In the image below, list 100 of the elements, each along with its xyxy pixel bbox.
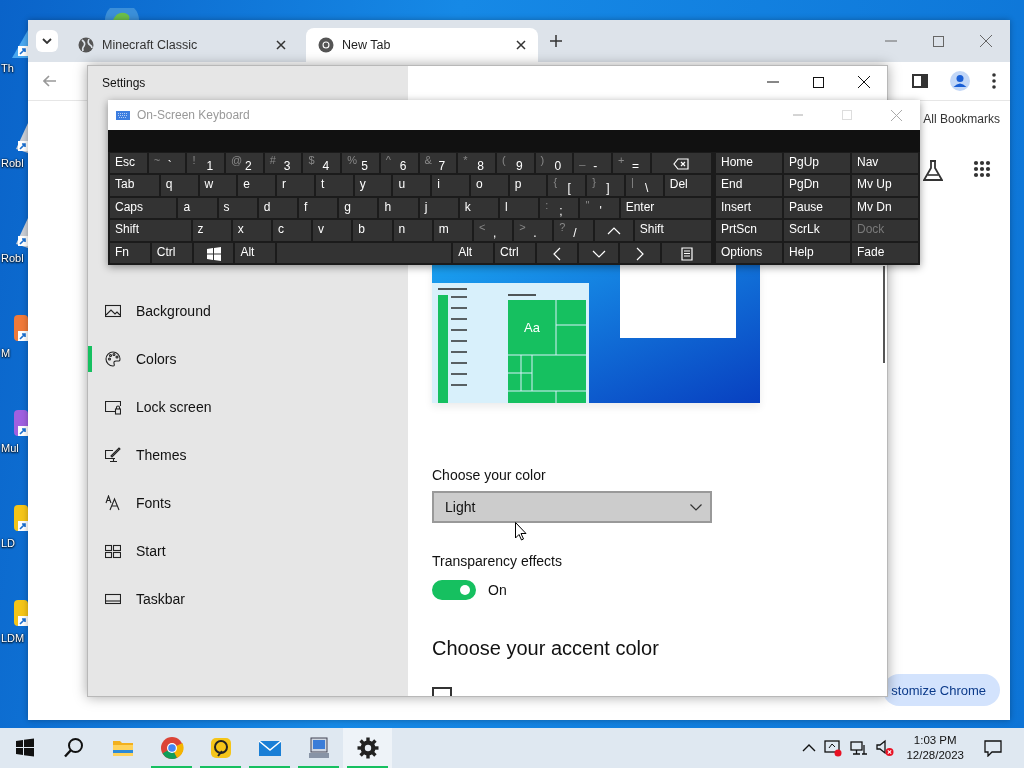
speaker-muted-icon[interactable] <box>876 739 895 757</box>
key[interactable]: ) 0 <box>534 152 574 175</box>
key[interactable]: " ' <box>579 196 620 220</box>
key[interactable]: $ 4 <box>302 152 342 175</box>
key[interactable] <box>661 241 712 265</box>
nav-item[interactable]: Background <box>88 287 408 335</box>
customize-chrome-button[interactable]: stomize Chrome <box>883 674 1000 706</box>
key[interactable]: ~ ` <box>147 152 187 175</box>
key[interactable]: Pause <box>783 196 851 220</box>
toggle-switch[interactable] <box>432 580 476 600</box>
key[interactable]: * 8 <box>457 152 496 175</box>
apps-grid-icon[interactable] <box>973 160 991 178</box>
new-tab-icon[interactable] <box>550 35 562 47</box>
key[interactable]: < , <box>472 219 514 242</box>
key[interactable]: Mv Dn <box>851 196 919 220</box>
key[interactable]: Alt <box>452 241 494 265</box>
key[interactable]: t <box>314 174 354 197</box>
key[interactable]: & 7 <box>418 152 458 175</box>
nav-item[interactable]: Start <box>88 527 408 575</box>
key[interactable]: { [ <box>547 174 587 197</box>
notifications-icon[interactable] <box>984 739 1002 757</box>
side-panel-icon[interactable] <box>912 74 928 88</box>
key[interactable]: Tab <box>109 174 160 197</box>
back-arrow-icon[interactable] <box>43 75 57 87</box>
key[interactable]: Fn <box>109 241 151 265</box>
key[interactable]: Home <box>715 152 783 175</box>
tab-search-button[interactable] <box>36 30 58 52</box>
clock[interactable]: 1:03 PM 12/28/2023 <box>906 733 964 763</box>
checkbox[interactable] <box>432 687 452 696</box>
close-icon[interactable] <box>858 76 870 88</box>
settings-taskbar-button[interactable] <box>343 728 392 768</box>
nav-item[interactable]: Fonts <box>88 479 408 527</box>
key[interactable]: q <box>159 174 199 197</box>
scrollbar-thumb[interactable] <box>883 266 885 363</box>
key[interactable]: End <box>715 174 783 197</box>
network-icon[interactable] <box>850 739 869 757</box>
color-dropdown[interactable]: Light <box>432 491 712 523</box>
key[interactable]: # 3 <box>263 152 303 175</box>
nav-item[interactable]: Themes <box>88 431 408 479</box>
key[interactable]: Fade <box>851 241 919 265</box>
maximize-icon[interactable] <box>813 76 824 88</box>
key[interactable]: m <box>432 219 473 242</box>
key[interactable]: i <box>431 174 470 197</box>
key[interactable]: Help <box>783 241 851 265</box>
key[interactable]: v <box>312 219 353 242</box>
key[interactable]: Alt <box>234 241 277 265</box>
monitor-alert-icon[interactable] <box>824 739 843 757</box>
close-icon[interactable] <box>276 40 286 50</box>
key[interactable]: z <box>191 219 232 242</box>
key[interactable]: PrtScn <box>715 219 783 242</box>
close-icon[interactable] <box>516 40 526 50</box>
key[interactable]: p <box>508 174 548 197</box>
key[interactable]: Esc <box>109 152 148 175</box>
key[interactable]: g <box>338 196 379 220</box>
flask-icon[interactable] <box>923 160 943 182</box>
key[interactable]: Nav <box>851 152 919 175</box>
chevron-up-icon[interactable] <box>802 744 817 752</box>
key[interactable]: x <box>231 219 272 242</box>
key[interactable]: ! 1 <box>186 152 226 175</box>
key[interactable]: } ] <box>586 174 625 197</box>
nav-item[interactable]: Lock screen <box>88 383 408 431</box>
key[interactable]: % 5 <box>341 152 380 175</box>
key[interactable]: : ; <box>539 196 580 220</box>
browser-tab[interactable]: Minecraft Classic <box>66 28 298 62</box>
key[interactable]: w <box>198 174 238 197</box>
key[interactable]: Mv Up <box>851 174 919 197</box>
key[interactable]: > . <box>513 219 554 242</box>
key[interactable]: Del <box>663 174 712 197</box>
key[interactable]: y <box>353 174 393 197</box>
key[interactable]: @ 2 <box>225 152 264 175</box>
key[interactable]: Insert <box>715 196 783 220</box>
key[interactable]: ScrLk <box>783 219 851 242</box>
key[interactable]: Shift <box>109 219 192 242</box>
key[interactable]: h <box>378 196 419 220</box>
key[interactable]: + = <box>611 152 651 175</box>
key[interactable]: | \ <box>625 174 664 197</box>
key[interactable]: o <box>469 174 509 197</box>
key[interactable]: PgDn <box>783 174 851 197</box>
key[interactable]: Caps <box>109 196 178 220</box>
key[interactable]: Shift <box>633 219 712 242</box>
key[interactable]: ( 9 <box>495 152 535 175</box>
key[interactable]: r <box>276 174 315 197</box>
all-bookmarks-link[interactable]: All Bookmarks <box>923 112 1000 126</box>
key[interactable]: PgUp <box>783 152 851 175</box>
key[interactable]: u <box>392 174 432 197</box>
key[interactable]: l <box>499 196 540 220</box>
profile-icon[interactable] <box>950 71 970 91</box>
menu-icon[interactable] <box>992 73 996 89</box>
key[interactable]: _ - <box>573 152 612 175</box>
nav-item[interactable]: Colors <box>88 335 408 383</box>
key[interactable]: Options <box>715 241 783 265</box>
key[interactable]: n <box>392 219 433 242</box>
nav-item[interactable]: Taskbar <box>88 575 408 623</box>
key[interactable]: a <box>177 196 218 220</box>
key[interactable]: e <box>237 174 277 197</box>
key[interactable]: b <box>352 219 393 242</box>
key[interactable]: ? / <box>553 219 594 242</box>
key[interactable] <box>650 152 712 175</box>
key[interactable]: f <box>298 196 339 220</box>
key[interactable]: Ctrl <box>494 241 536 265</box>
